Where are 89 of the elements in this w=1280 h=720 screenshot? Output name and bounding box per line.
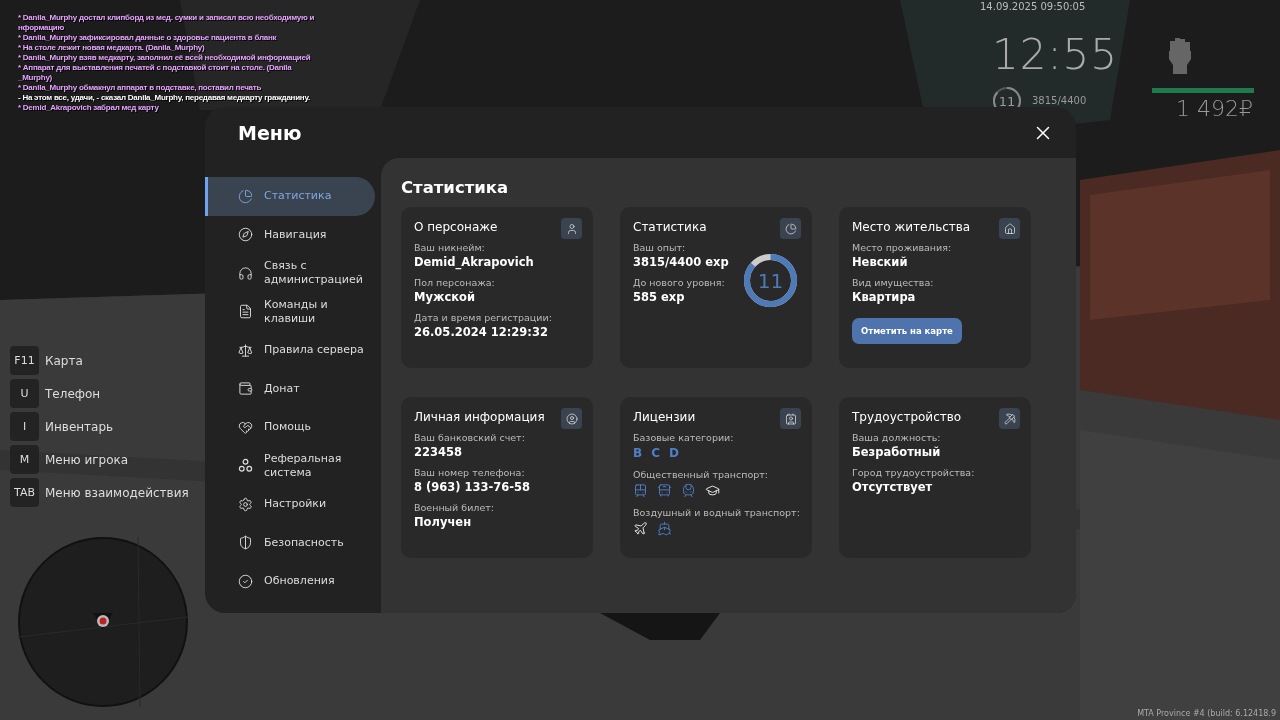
menu-title: Меню bbox=[238, 121, 302, 144]
sidebar-item[interactable]: Команды и клавиши bbox=[205, 292, 375, 331]
field-value: Получен bbox=[414, 515, 472, 529]
nodes-icon bbox=[238, 458, 255, 474]
card-title: Трудоустройство bbox=[852, 410, 962, 424]
chat-message: * На столе лежит новая медкарта. (Danila_Murphy) bbox=[18, 43, 206, 53]
heart-handshake-icon bbox=[238, 419, 255, 435]
field-value: 223458 bbox=[414, 445, 462, 459]
keybind-label: Инвентарь bbox=[45, 419, 114, 434]
check-circle-icon bbox=[238, 573, 255, 589]
chat-message: - На этом все, удачи, - сказал Danila_Murphy, передавая медкарту гражданину. bbox=[18, 93, 311, 103]
level-number: 11 bbox=[998, 93, 1016, 109]
sidebar-item[interactable]: Помощь bbox=[205, 408, 375, 447]
field-value: Безработный bbox=[852, 445, 941, 459]
field-value: 26.05.2024 12:29:32 bbox=[414, 325, 548, 339]
sidebar-item[interactable]: Статистика bbox=[205, 177, 375, 216]
field-value: Мужской bbox=[414, 290, 475, 304]
sidebar-item[interactable]: Обновления bbox=[205, 562, 375, 601]
card-title: Лицензии bbox=[633, 410, 696, 424]
pickaxe-icon bbox=[999, 408, 1020, 429]
key-cap: F11 bbox=[10, 346, 39, 375]
user-icon bbox=[561, 218, 582, 239]
page-title: Статистика bbox=[401, 178, 510, 197]
field-label: Ваш опыт: bbox=[633, 242, 686, 253]
map-button[interactable]: Отметить на карте bbox=[852, 318, 962, 344]
sidebar-item[interactable]: Реферальная система bbox=[205, 446, 375, 485]
field-label: Военный билет: bbox=[414, 502, 494, 513]
keybind-label: Меню игрока bbox=[45, 452, 129, 467]
settings-icon bbox=[238, 496, 255, 512]
chat-message: * Аппарат для выставления печатей с подставкой стоит на столе. (Danila _Murphy) bbox=[18, 63, 293, 83]
sidebar-item[interactable]: Донат bbox=[205, 369, 375, 408]
license-category: C bbox=[651, 446, 660, 460]
field-label: Город трудоустройства: bbox=[852, 467, 975, 478]
date-time: 14.09.2025 09:50:05 bbox=[980, 1, 1086, 12]
field-label: Ваш номер телефона: bbox=[414, 467, 525, 478]
keybind-label: Телефон bbox=[45, 386, 101, 401]
field-value: Demid_Akrapovich bbox=[414, 255, 534, 269]
scales-icon bbox=[238, 342, 255, 358]
headset-icon bbox=[238, 265, 255, 281]
money-amount: 1 492₽ bbox=[1176, 96, 1253, 121]
chat-message: * Danila_Murphy взяв медкарту, заполнил её всей необходимой информацией bbox=[18, 53, 312, 63]
wallet-icon bbox=[238, 381, 255, 397]
field-value: Отсутствует bbox=[852, 480, 933, 494]
field-label: Место проживания: bbox=[852, 242, 952, 253]
key-cap: M bbox=[10, 445, 39, 474]
field-label: Ваш банковский счет: bbox=[414, 432, 525, 443]
house-icon bbox=[999, 218, 1020, 239]
chat-message: * Danila_Murphy достал клипборд из мед. сумки и записал всю необходимую и нформацию bbox=[18, 13, 315, 33]
field-value: 3815/4400 exp bbox=[633, 255, 729, 269]
field-label: Вид имущества: bbox=[852, 277, 934, 288]
chat-message: * Danila_Murphy зафиксировал данные о здоровье пациента в бланк bbox=[18, 33, 278, 43]
field-label: Ваша должность: bbox=[852, 432, 941, 443]
sidebar-item[interactable]: Навигация bbox=[205, 215, 375, 254]
keybind-label: Меню взаимодействия bbox=[45, 485, 189, 500]
field-value: Квартира bbox=[852, 290, 916, 304]
card-title: Статистика bbox=[633, 220, 707, 234]
level-number: 11 bbox=[757, 269, 784, 293]
key-cap: U bbox=[10, 379, 39, 408]
experience-text: 3815/4400 bbox=[1032, 95, 1087, 106]
pie-chart-icon bbox=[780, 218, 801, 239]
field-label: Дата и время регистрации: bbox=[414, 312, 552, 323]
license-category: D bbox=[668, 446, 679, 460]
field-label: До нового уровня: bbox=[633, 277, 725, 288]
build-info: MTA Province #4 (build: 6.12418.9 bbox=[1137, 709, 1276, 718]
compass-icon bbox=[238, 227, 255, 243]
field-value: 585 exp bbox=[633, 290, 685, 304]
key-cap: I bbox=[10, 412, 39, 441]
pie-chart-icon bbox=[238, 188, 255, 204]
field-label: Общественный транспорт: bbox=[633, 469, 769, 480]
field-label: Базовые категории: bbox=[633, 432, 734, 443]
key-cap: TAB bbox=[10, 478, 39, 507]
game-clock: 12:55 bbox=[992, 30, 1119, 79]
id-card-icon bbox=[780, 408, 801, 429]
field-label: Ваш никнейм: bbox=[414, 242, 485, 253]
sidebar-item[interactable]: Настройки bbox=[205, 485, 375, 524]
field-label: Воздушный и водный транспорт: bbox=[633, 507, 800, 518]
chat-message: * Demid_Akrapovich забрал мед карту bbox=[18, 103, 160, 113]
keybind-label: Карта bbox=[45, 353, 83, 368]
sidebar-item[interactable]: Безопасность bbox=[205, 523, 375, 562]
field-label: Пол персонажа: bbox=[414, 277, 495, 288]
card-title: Личная информация bbox=[414, 410, 545, 424]
field-value: Невский bbox=[852, 255, 908, 269]
card-title: Место жительства bbox=[852, 220, 971, 234]
chat-message: * Danila_Murphy обмакнул аппарат в подставке, поставил печать bbox=[18, 83, 263, 93]
sidebar-item[interactable]: Правила сервера bbox=[205, 331, 375, 370]
card-title: О персонаже bbox=[414, 220, 498, 234]
license-category: B bbox=[633, 446, 643, 460]
field-value: 8 (963) 133-76-58 bbox=[414, 480, 531, 494]
sidebar-item[interactable]: Связь с администрацией bbox=[205, 254, 375, 293]
